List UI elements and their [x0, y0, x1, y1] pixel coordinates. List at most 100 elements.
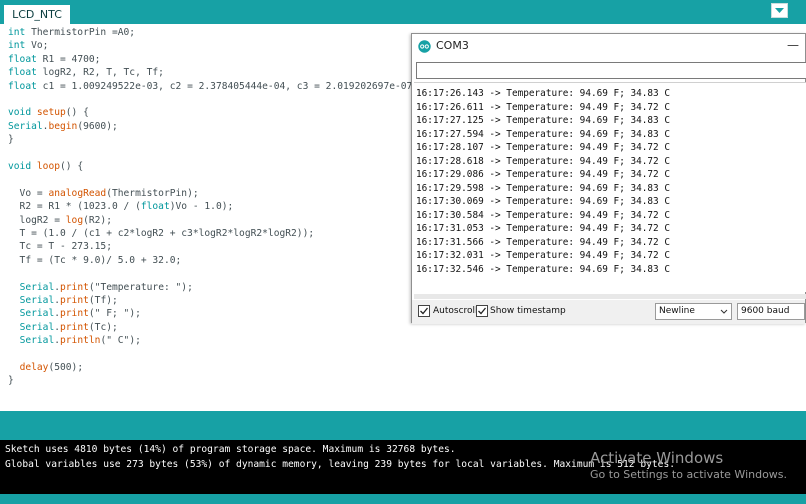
code-keyword: Serial	[19, 281, 55, 293]
code-line: int Vo;	[8, 39, 48, 52]
code-line: }	[8, 133, 14, 146]
serial-line: 16:17:26.143 -> Temperature: 94.69 F; 34…	[416, 88, 670, 99]
serial-output-area: 16:17:26.143 -> Temperature: 94.69 F; 34…	[414, 82, 806, 292]
serial-line: 16:17:32.546 -> Temperature: 94.69 F; 34…	[416, 263, 670, 275]
serial-line: 16:17:31.053 -> Temperature: 94.49 F; 34…	[416, 223, 670, 234]
code-keyword: Serial	[19, 308, 55, 320]
code-line: delay(500);	[8, 361, 84, 374]
code-line: Serial.print(Tc);	[8, 321, 118, 334]
tab-bar: LCD_NTC	[0, 0, 806, 24]
code-line: void loop() {	[8, 160, 83, 173]
console-line: Sketch uses 4810 bytes (14%) of program …	[5, 444, 456, 455]
checkmark-icon	[420, 307, 429, 315]
serial-line: 16:17:30.069 -> Temperature: 94.69 F; 34…	[416, 196, 670, 207]
code-text: Tc = T - 273.15;	[8, 241, 112, 253]
code-text: (Tf);	[88, 295, 118, 306]
line-ending-value: Newline	[659, 306, 695, 316]
code-text: T = (1.0 / (c1 + c2*logR2 + c3*logR2*log…	[8, 228, 315, 239]
code-keyword: float	[8, 53, 37, 65]
code-function: setup	[36, 107, 66, 119]
code-text: }	[8, 375, 14, 387]
code-text: )Vo - 1.0);	[169, 201, 234, 213]
code-function: loop	[36, 161, 60, 172]
code-line: Vo = analogRead(ThermistorPin);	[8, 187, 199, 200]
code-text: }	[8, 134, 14, 146]
baud-rate-value: 9600 baud	[741, 306, 790, 316]
chevron-down-icon	[775, 8, 784, 13]
code-function: print	[60, 281, 89, 293]
serial-line: 16:17:31.566 -> Temperature: 94.49 F; 34…	[416, 236, 670, 248]
code-text: (Tc);	[88, 321, 118, 333]
activate-windows-watermark: Activate Windows Go to Settings to activ…	[590, 449, 787, 482]
code-text: R1 = 4700;	[36, 53, 101, 65]
show-timestamp-checkbox[interactable]	[476, 305, 488, 317]
code-text: (500);	[48, 362, 84, 373]
autoscroll-label: Autoscroll	[433, 306, 478, 316]
code-line: Serial.print(" F; ");	[8, 307, 141, 320]
code-line: Serial.print(Tf);	[8, 294, 118, 307]
serial-monitor-titlebar[interactable]: COM3 —	[412, 34, 805, 58]
baud-rate-select[interactable]: 9600 baud	[737, 303, 805, 320]
checkmark-icon	[478, 307, 487, 315]
code-text: (" C");	[100, 335, 141, 347]
code-keyword: float	[8, 80, 37, 92]
serial-line: 16:17:26.611 -> Temperature: 94.49 F; 34…	[416, 101, 670, 113]
serial-line: 16:17:29.598 -> Temperature: 94.69 F; 34…	[416, 182, 670, 194]
code-text: R2 = R1 * (1023.0 / (	[8, 201, 141, 213]
arduino-logo-icon	[418, 40, 431, 53]
code-text: (" F; ");	[88, 308, 141, 320]
code-text: ("Temperature: ");	[88, 281, 193, 293]
code-text: () {	[65, 107, 89, 119]
code-function: analogRead	[48, 187, 107, 199]
code-text: logR2 =	[8, 214, 66, 226]
serial-line: 16:17:29.086 -> Temperature: 94.49 F; 34…	[416, 169, 670, 180]
code-text: logR2, R2, T, Tc, Tf;	[36, 67, 164, 79]
code-keyword: Serial	[19, 321, 55, 333]
serial-line: 16:17:27.125 -> Temperature: 94.69 F; 34…	[416, 115, 670, 126]
code-line: int ThermistorPin =A0;	[8, 26, 135, 39]
code-function: print	[60, 321, 89, 333]
console-line: Global variables use 273 bytes (53%) of …	[5, 459, 676, 470]
code-line: Tc = T - 273.15;	[8, 240, 112, 253]
code-text: (9600);	[77, 120, 118, 132]
autoscroll-checkbox[interactable]	[418, 305, 430, 317]
code-text: (R2);	[83, 214, 112, 226]
code-line: Serial.begin(9600);	[8, 120, 118, 133]
code-keyword: void	[8, 107, 32, 119]
code-keyword: int	[8, 40, 26, 52]
tab-lcd-ntc[interactable]: LCD_NTC	[4, 5, 70, 24]
code-text: (ThermistorPin);	[106, 187, 199, 199]
serial-monitor-window: COM3 — 16:17:26.143 -> Temperature: 94.6…	[411, 33, 806, 324]
activate-windows-subtitle: Go to Settings to activate Windows.	[590, 468, 788, 481]
serial-monitor-controls: Autoscroll Show timestamp Newline 9600 b…	[412, 300, 805, 324]
minimize-button[interactable]: —	[787, 38, 799, 52]
serial-line: 16:17:30.584 -> Temperature: 94.49 F; 34…	[416, 209, 670, 221]
code-text: () {	[60, 161, 84, 172]
serial-line: 16:17:28.107 -> Temperature: 94.49 F; 34…	[416, 142, 670, 153]
serial-line: 16:17:32.031 -> Temperature: 94.49 F; 34…	[416, 250, 670, 261]
line-ending-select[interactable]: Newline	[655, 303, 732, 320]
horizontal-scrollbar[interactable]	[414, 294, 806, 299]
serial-send-input[interactable]	[416, 62, 806, 79]
code-text: Vo;	[25, 40, 49, 52]
editor-console-divider	[0, 411, 806, 440]
code-function: print	[60, 295, 89, 306]
code-keyword: float	[8, 67, 37, 79]
code-line: R2 = R1 * (1023.0 / (float)Vo - 1.0);	[8, 200, 234, 213]
code-line: logR2 = log(R2);	[8, 214, 112, 227]
code-text: c1 = 1.009249522e-03, c2 = 2.378405444e-…	[36, 80, 419, 92]
code-function: println	[60, 335, 101, 347]
code-keyword: int	[8, 27, 26, 38]
serial-line: 16:17:27.594 -> Temperature: 94.69 F; 34…	[416, 128, 670, 140]
code-line: Serial.println(" C");	[8, 334, 141, 347]
code-text: ThermistorPin =A0;	[25, 27, 136, 38]
tab-menu-button[interactable]	[771, 3, 788, 18]
code-keyword: float	[140, 201, 170, 213]
code-line: Serial.print("Temperature: ");	[8, 281, 193, 294]
code-function: log	[65, 214, 84, 226]
serial-line: 16:17:28.618 -> Temperature: 94.49 F; 34…	[416, 155, 670, 167]
